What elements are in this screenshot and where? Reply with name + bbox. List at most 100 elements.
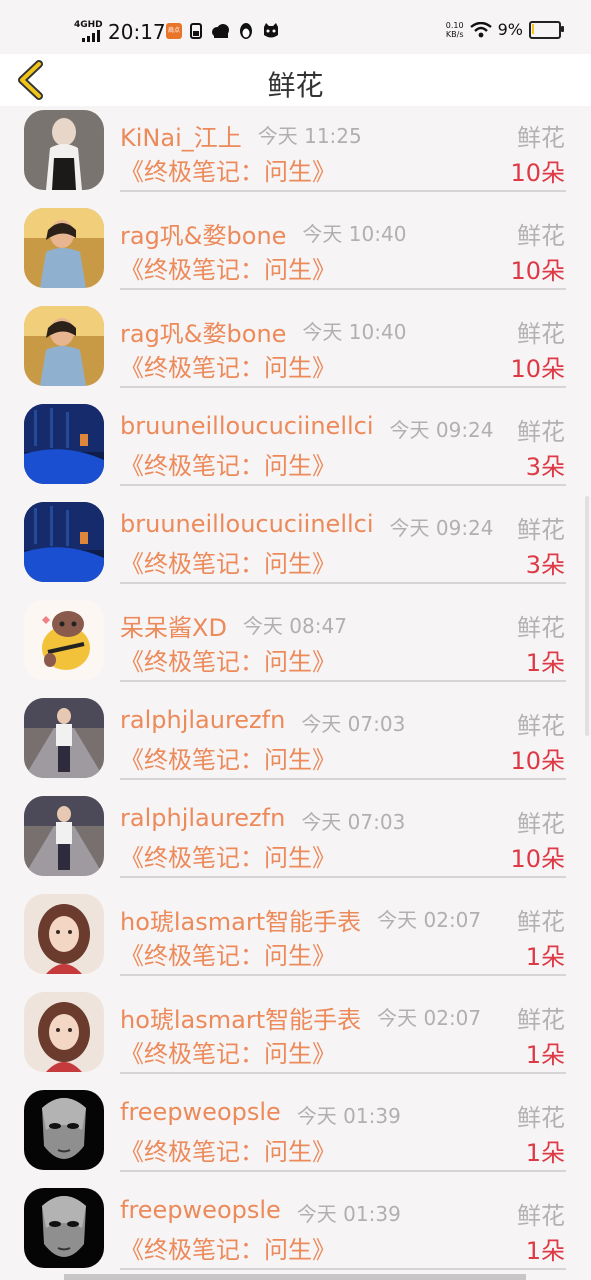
timestamp: 今天 11:25: [257, 124, 362, 148]
user-name[interactable]: ho琥lasmart智能手表: [120, 902, 361, 937]
avatar[interactable]: [24, 1090, 104, 1170]
avatar[interactable]: [24, 404, 104, 484]
timestamp: 今天 07:03: [301, 712, 406, 736]
book-title[interactable]: 《终极笔记：问生》: [120, 740, 336, 775]
wifi-icon: [469, 21, 492, 37]
user-name[interactable]: rag巩&婺bone: [120, 216, 286, 251]
avatar[interactable]: [24, 1188, 104, 1268]
flower-quantity: 3朵: [525, 453, 565, 481]
battery-level: [532, 23, 534, 34]
avatar[interactable]: [24, 306, 104, 386]
row-divider: [120, 386, 566, 388]
list-item[interactable]: bruuneilloucuciinellci 今天 09:24 鲜花《终极笔记：问生…: [0, 498, 591, 596]
user-name[interactable]: freepweopsle: [120, 1098, 281, 1126]
row-divider: [120, 190, 566, 192]
sim-icon: [190, 23, 202, 39]
timestamp: 今天 09:24: [389, 516, 494, 540]
gift-type: 鲜花: [517, 124, 565, 152]
book-title[interactable]: 《终极笔记：问生》: [120, 642, 336, 677]
list-item[interactable]: KiNai_江上 今天 11:25 鲜花《终极笔记：问生》 10朵: [0, 106, 591, 204]
gift-type: 鲜花: [517, 712, 565, 740]
nav-header: 鲜花: [0, 54, 591, 106]
row-divider: [120, 680, 566, 682]
list-item[interactable]: ho琥lasmart智能手表 今天 02:07 鲜花 《终极笔记：问生》 1朵: [0, 988, 591, 1086]
row-divider: [120, 1268, 566, 1270]
avatar[interactable]: [24, 698, 104, 778]
list-item[interactable]: bruuneilloucuciinellci 今天 09:24 鲜花《终极笔记：问生…: [0, 400, 591, 498]
battery-percent: 9%: [497, 20, 523, 39]
list-item[interactable]: ralphjlaurezfn 今天 07:03 鲜花《终极笔记：问生》 10朵: [0, 694, 591, 792]
row-divider: [120, 974, 566, 976]
list-item[interactable]: ho琥lasmart智能手表 今天 02:07 鲜花 《终极笔记：问生》 1朵: [0, 890, 591, 988]
notification-icons: 肩点: [166, 22, 280, 40]
row-divider: [120, 778, 566, 780]
list-item[interactable]: freepweopsle 今天 01:39 鲜花《终极笔记：问生》 1朵: [0, 1184, 591, 1280]
gift-type: 鲜花: [517, 222, 565, 250]
flower-quantity: 10朵: [510, 355, 565, 383]
timestamp: 今天 07:03: [301, 810, 406, 834]
flower-quantity: 10朵: [510, 257, 565, 285]
book-title[interactable]: 《终极笔记：问生》: [120, 1230, 336, 1265]
row-divider: [120, 484, 566, 486]
flower-quantity: 1朵: [525, 649, 565, 677]
avatar[interactable]: [24, 796, 104, 876]
clock: 20:17: [108, 20, 166, 44]
book-title[interactable]: 《终极笔记：问生》: [120, 1034, 336, 1069]
list-item[interactable]: 呆呆酱XD 今天 08:47 鲜花 《终极笔记：问生》 1朵: [0, 596, 591, 694]
page-title: 鲜花: [267, 69, 324, 102]
cloud-icon: [212, 24, 229, 38]
user-name[interactable]: ho琥lasmart智能手表: [120, 1000, 361, 1035]
gift-type: 鲜花: [517, 614, 565, 642]
list-item[interactable]: rag巩&婺bone 今天 10:40 鲜花 《终极笔记：问生》 10朵: [0, 204, 591, 302]
gift-type: 鲜花: [517, 1202, 565, 1230]
battery-icon: [529, 20, 564, 39]
user-name[interactable]: bruuneilloucuciinellci: [120, 510, 374, 538]
status-bar: 4GHD 20:17 肩点 0.10 KB/s 9%: [0, 0, 591, 54]
user-name[interactable]: ralphjlaurezfn: [120, 804, 285, 832]
avatar[interactable]: [24, 208, 104, 288]
flower-quantity: 3朵: [525, 551, 565, 579]
avatar[interactable]: [24, 110, 104, 190]
app-badge-icon: 肩点: [166, 23, 182, 39]
book-title[interactable]: 《终极笔记：问生》: [120, 544, 336, 579]
flower-quantity: 10朵: [510, 845, 565, 873]
gift-type: 鲜花: [517, 516, 565, 544]
gift-type: 鲜花: [517, 418, 565, 446]
flower-quantity: 1朵: [525, 1237, 565, 1265]
user-name[interactable]: rag巩&婺bone: [120, 314, 286, 349]
book-title[interactable]: 《终极笔记：问生》: [120, 152, 336, 187]
user-name[interactable]: 呆呆酱XD: [120, 608, 227, 643]
book-title[interactable]: 《终极笔记：问生》: [120, 838, 336, 873]
flower-list: KiNai_江上 今天 11:25 鲜花 《终极笔记：问生》 10朵 rag巩&婺bone…: [0, 106, 591, 1280]
bottom-edge-bar: [64, 1274, 526, 1280]
user-name[interactable]: ralphjlaurezfn: [120, 706, 285, 734]
timestamp: 今天 09:24: [389, 418, 494, 442]
book-title[interactable]: 《终极笔记：问生》: [120, 446, 336, 481]
book-title[interactable]: 《终极笔记：问生》: [120, 250, 336, 285]
user-name[interactable]: bruuneilloucuciinellci: [120, 412, 374, 440]
timestamp: 今天 02:07: [377, 1006, 482, 1030]
flower-quantity: 10朵: [510, 747, 565, 775]
flower-quantity: 10朵: [510, 159, 565, 187]
list-item[interactable]: freepweopsle 今天 01:39 鲜花 《终极笔记：问生》 1朵: [0, 1086, 591, 1184]
system-status: 0.10 KB/s 9%: [446, 20, 564, 39]
list-item[interactable]: rag巩&婺bone 今天 10:40 鲜花 《终极笔记：问生》 10朵: [0, 302, 591, 400]
book-title[interactable]: 《终极笔记：问生》: [120, 348, 336, 383]
user-name[interactable]: KiNai_江上: [120, 118, 242, 153]
avatar[interactable]: [24, 600, 104, 680]
row-divider: [120, 582, 566, 584]
network-type: 4GHD: [74, 20, 103, 30]
gift-type: 鲜花: [517, 320, 565, 348]
book-title[interactable]: 《终极笔记：问生》: [120, 936, 336, 971]
flower-quantity: 1朵: [525, 1139, 565, 1167]
user-name[interactable]: freepweopsle: [120, 1196, 281, 1224]
penguin-icon: [240, 23, 252, 39]
signal-icon: [82, 30, 100, 42]
avatar[interactable]: [24, 992, 104, 1072]
scrollbar[interactable]: [585, 496, 589, 736]
avatar[interactable]: [24, 502, 104, 582]
avatar[interactable]: [24, 894, 104, 974]
list-item[interactable]: ralphjlaurezfn 今天 07:03 鲜花 《终极笔记：问生》 10朵: [0, 792, 591, 890]
timestamp: 今天 01:39: [296, 1202, 401, 1226]
book-title[interactable]: 《终极笔记：问生》: [120, 1132, 336, 1167]
